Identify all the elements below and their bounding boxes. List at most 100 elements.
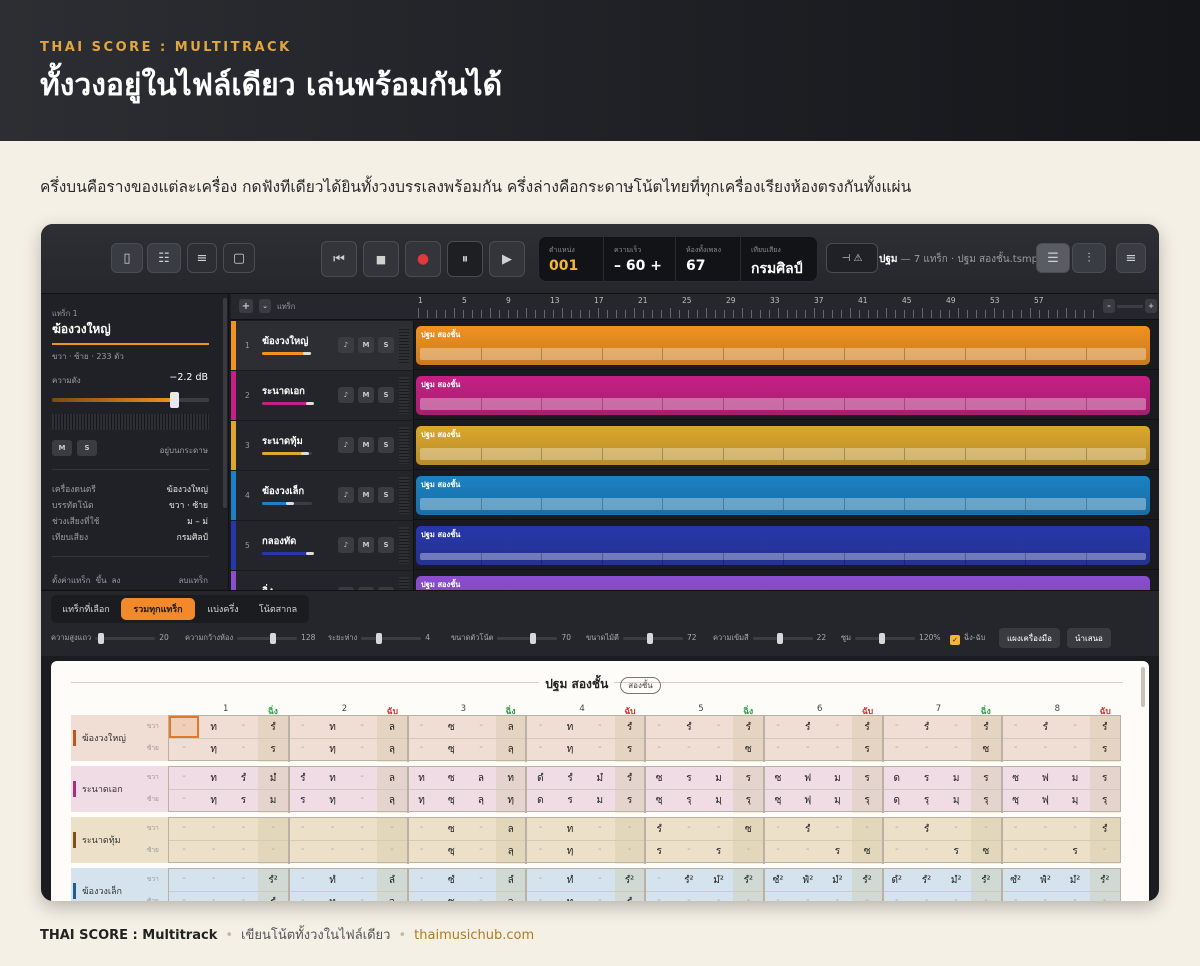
score-grid[interactable]: - - - รํ² - ทํ - ลํ - ซํ - ลํ - ทํ - รํ² - รํ² มํ² รํ² ซํ² ฟํ… (168, 868, 1121, 901)
score-note[interactable]: - (733, 895, 763, 901)
tab-western-notation[interactable]: โน้ตสากล (251, 598, 305, 620)
score-note[interactable]: ท (318, 720, 348, 735)
score-note[interactable]: - (585, 895, 615, 901)
control-slider[interactable] (855, 632, 916, 644)
track-volume-slider[interactable] (262, 402, 314, 405)
score-note[interactable]: - (228, 720, 258, 731)
score-note[interactable]: - (763, 844, 793, 855)
score-note[interactable]: - (169, 771, 199, 782)
score-note[interactable]: - (169, 793, 199, 804)
file-menu-button[interactable]: ▢ (223, 243, 255, 273)
score-note[interactable]: - (733, 844, 763, 855)
score-note[interactable]: - (228, 873, 258, 884)
track-clip[interactable]: ปฐม สองชั้น (416, 476, 1150, 515)
inspector-toggle-button[interactable]: ≡ (1116, 243, 1146, 273)
score-note[interactable]: ซ (436, 771, 466, 786)
inspector-scrollbar[interactable] (223, 298, 227, 508)
score-note[interactable]: - (1090, 844, 1120, 855)
score-note[interactable]: มฺ (822, 793, 852, 808)
view-control[interactable]: ความกว้างห้อง 128 (185, 632, 315, 644)
score-note[interactable]: ฟฺ (1030, 793, 1060, 808)
score-note[interactable]: - (228, 822, 258, 833)
score-note[interactable]: - (763, 895, 793, 901)
score-note[interactable]: ท (555, 895, 585, 901)
score-note[interactable]: - (199, 895, 229, 901)
score-note[interactable]: มํ² (941, 873, 971, 888)
score-note[interactable]: - (258, 844, 288, 855)
score-note[interactable]: - (585, 822, 615, 833)
score-note[interactable]: รํ (852, 720, 882, 735)
score-note[interactable]: ร (733, 771, 763, 786)
score-note[interactable]: ล (377, 895, 407, 901)
score-note[interactable]: - (1060, 895, 1090, 901)
chevron-down-icon[interactable]: ⌄ (259, 299, 271, 313)
loop-button[interactable]: ⏸ (447, 241, 483, 277)
score-note[interactable]: - (1090, 895, 1120, 901)
track-volume-slider[interactable] (262, 352, 312, 355)
solo-button[interactable]: S (378, 437, 394, 453)
score-note[interactable]: ด (525, 793, 555, 808)
arm-button[interactable]: ♪ (338, 437, 354, 453)
score-note[interactable]: ร (615, 793, 645, 808)
tracks-view-button[interactable]: ☰ (1036, 243, 1070, 273)
score-note[interactable]: - (525, 720, 555, 731)
score-note[interactable]: ซ (733, 742, 763, 757)
score-note[interactable]: ซฺ (644, 793, 674, 808)
ching-checkbox[interactable]: ✓ (950, 635, 960, 645)
score-note[interactable]: รํ (228, 771, 258, 786)
score-note[interactable]: - (288, 720, 318, 731)
score-note[interactable]: ลฺ (496, 742, 526, 757)
score-note[interactable]: - (763, 822, 793, 833)
score-note[interactable]: ซ (971, 742, 1001, 757)
score-note[interactable]: ซ (436, 720, 466, 735)
score-note[interactable]: ร (258, 742, 288, 757)
score-note[interactable]: ทํ (318, 873, 348, 888)
score-note[interactable]: - (228, 895, 258, 901)
score-note[interactable]: - (466, 895, 496, 901)
score-note[interactable]: ดฺ (882, 793, 912, 808)
solo-button[interactable]: S (378, 487, 394, 503)
score-note[interactable]: - (912, 895, 942, 901)
score-note[interactable]: รํ² (971, 873, 1001, 888)
lcd-tempo[interactable]: ความเร็ว – 60 + (604, 237, 676, 283)
mute-button[interactable]: M (358, 387, 374, 403)
score-note[interactable]: - (288, 895, 318, 901)
score-note[interactable]: - (822, 720, 852, 731)
score-note[interactable]: ร (288, 793, 318, 808)
score-note[interactable]: ล (496, 720, 526, 735)
score-note[interactable]: - (407, 742, 437, 753)
mute-button[interactable]: M (358, 487, 374, 503)
score-note[interactable]: - (169, 895, 199, 901)
score-note[interactable]: ซํ² (763, 873, 793, 888)
score-note[interactable]: รํ² (1090, 873, 1120, 888)
zoom-slider[interactable] (1117, 305, 1143, 308)
score-note[interactable]: - (852, 822, 882, 833)
score-note[interactable]: รํ² (615, 873, 645, 888)
solo-button[interactable]: S (378, 537, 394, 553)
score-note[interactable]: - (347, 793, 377, 804)
delete-track-link[interactable]: ลบแทร็ก (178, 574, 208, 587)
arm-button[interactable]: ♪ (338, 337, 354, 353)
score-note[interactable]: ม (1060, 771, 1090, 786)
rewind-button[interactable]: ⏮ (321, 241, 357, 277)
score-note[interactable]: - (585, 720, 615, 731)
arm-button[interactable]: ♪ (338, 537, 354, 553)
score-note[interactable]: มํ² (704, 873, 734, 888)
score-note[interactable]: ร (852, 742, 882, 757)
control-slider[interactable] (361, 632, 422, 644)
score-note[interactable]: - (466, 822, 496, 833)
score-note[interactable]: ร (822, 844, 852, 859)
score-note[interactable]: - (644, 720, 674, 731)
score-note[interactable]: - (882, 895, 912, 901)
score-note[interactable]: ร (555, 793, 585, 808)
score-note[interactable]: - (941, 720, 971, 731)
score-note[interactable]: ท (555, 720, 585, 735)
solo-button[interactable]: S (77, 440, 97, 456)
score-note[interactable]: ลํ (496, 873, 526, 888)
score-note[interactable]: ซฺ (436, 742, 466, 757)
track-settings-link[interactable]: ตั้งค่าแทร็ก ขึ้น ลง (52, 574, 120, 587)
score-note[interactable]: - (347, 844, 377, 855)
view-control[interactable]: ขนาดไม้ตี 72 (586, 632, 696, 644)
score-note[interactable]: - (199, 873, 229, 884)
score-note[interactable]: - (882, 822, 912, 833)
